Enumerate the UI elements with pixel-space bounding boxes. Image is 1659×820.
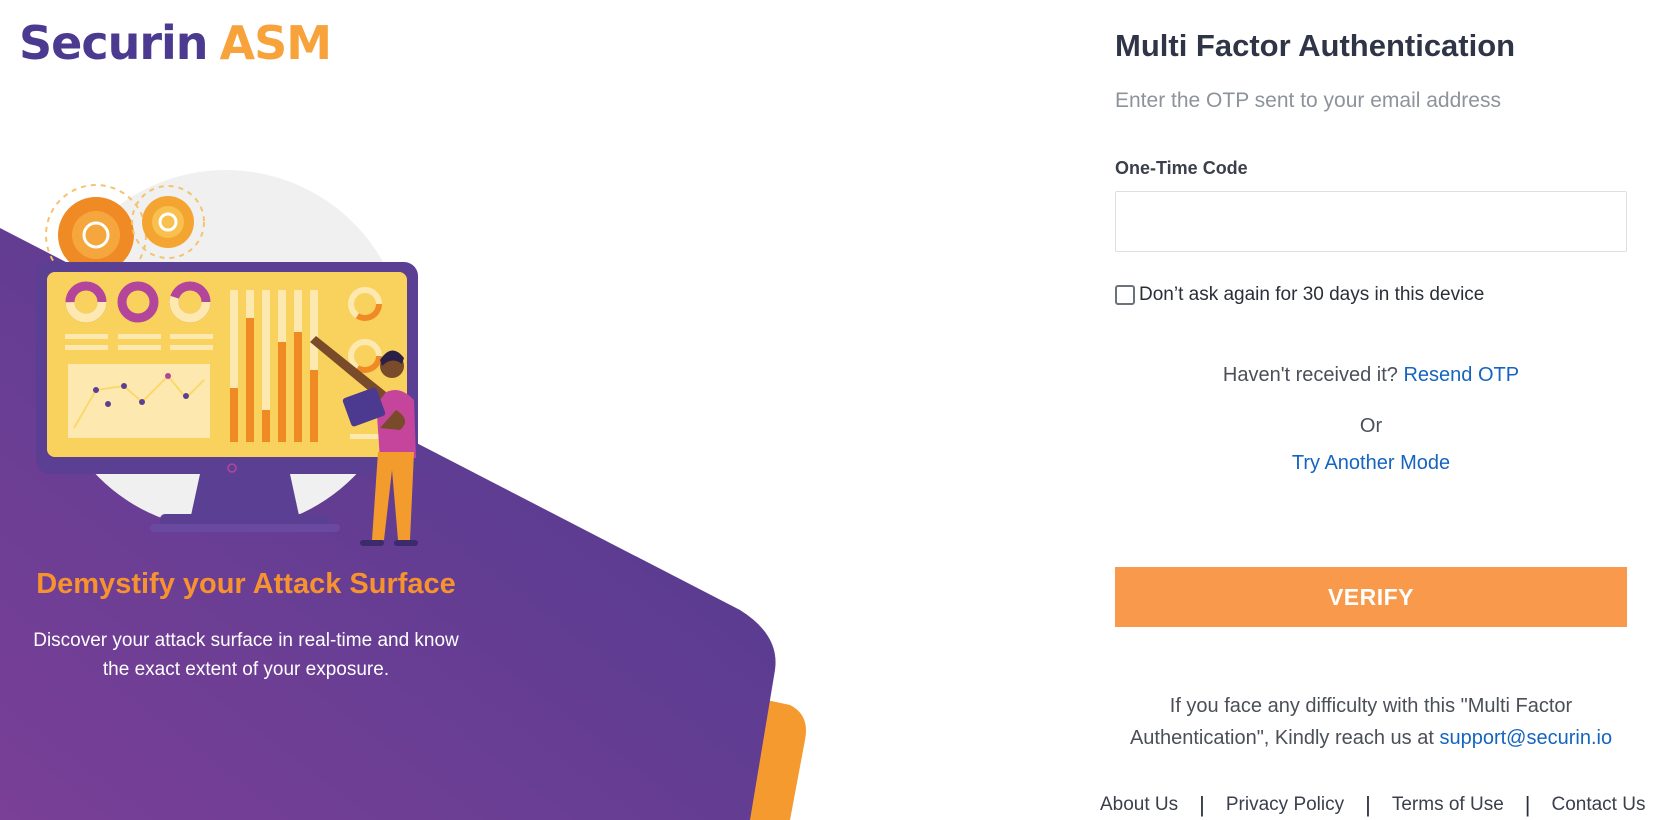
remember-device-row[interactable]: Don’t ask again for 30 days in this devi… xyxy=(1115,284,1484,306)
brand-logo-accent: ASM xyxy=(219,16,333,70)
try-another-mode-link[interactable]: Try Another Mode xyxy=(1292,452,1450,474)
hero-title: Demystify your Attack Surface xyxy=(36,568,456,600)
page-subtitle: Enter the OTP sent to your email address xyxy=(1115,89,1501,112)
brand-logo: Securin ASM xyxy=(19,12,333,74)
footer-link-about[interactable]: About Us xyxy=(1100,794,1178,816)
footer-separator: | xyxy=(1365,792,1371,817)
page-title: Multi Factor Authentication xyxy=(1115,28,1516,63)
hero-panel: Securin ASM Demystify your Attack Surface… xyxy=(0,0,1000,820)
footer-separator: | xyxy=(1524,792,1531,817)
resend-question: Haven't received it? xyxy=(1222,364,1398,386)
footer-separator: | xyxy=(1199,792,1205,817)
resend-otp-link[interactable]: Resend OTP xyxy=(1403,364,1519,386)
verify-button[interactable]: VERIFY xyxy=(1115,567,1627,627)
otp-input[interactable] xyxy=(1115,191,1627,252)
or-divider-text: Or xyxy=(1359,415,1383,437)
hero-background xyxy=(0,170,806,820)
footer-link-contact[interactable]: Contact Us xyxy=(1551,794,1645,816)
footer-link-privacy[interactable]: Privacy Policy xyxy=(1226,794,1344,816)
try-another-container: Try Another Mode xyxy=(1115,452,1627,475)
remember-device-checkbox[interactable] xyxy=(1115,285,1135,305)
footer-links: About Us | Privacy Policy | Terms of Use… xyxy=(1100,792,1645,818)
otp-label: One-Time Code xyxy=(1115,158,1248,178)
footer-link-terms[interactable]: Terms of Use xyxy=(1392,794,1504,816)
brand-logo-main: Securin xyxy=(19,16,209,70)
remember-device-label: Don’t ask again for 30 days in this devi… xyxy=(1139,284,1485,305)
hero-description: Discover your attack surface in real-tim… xyxy=(33,630,459,680)
resend-row: Haven't received it? Resend OTP xyxy=(1115,364,1627,387)
support-help-text: If you face any difficulty with this "Mu… xyxy=(1105,690,1637,754)
mfa-form: Multi Factor Authentication Enter the OT… xyxy=(1115,0,1627,820)
support-email-link[interactable]: support@securin.io xyxy=(1439,727,1612,749)
